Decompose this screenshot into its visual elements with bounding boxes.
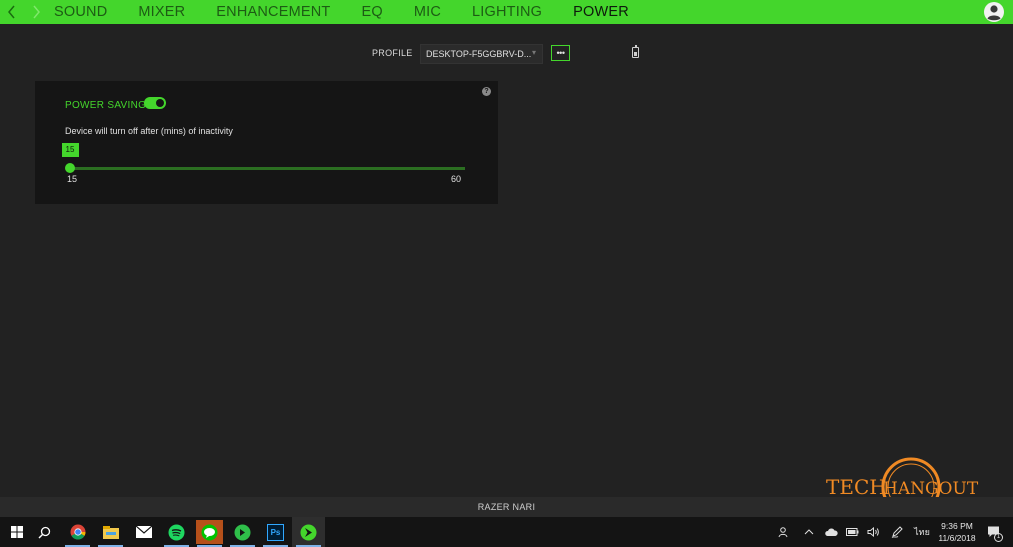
spotify-icon[interactable] [160, 517, 193, 547]
inactivity-slider[interactable]: 15 [61, 143, 465, 173]
notification-icon[interactable]: 1 [984, 517, 1004, 547]
language-indicator[interactable]: ไทย [911, 517, 933, 547]
synapse-window: SOUND MIXER ENHANCEMENT EQ MIC LIGHTING … [0, 0, 1013, 517]
photoshop-label: Ps [267, 523, 284, 541]
help-icon[interactable]: ? [482, 87, 491, 96]
main-tabs: SOUND MIXER ENHANCEMENT EQ MIC LIGHTING … [54, 0, 660, 24]
slider-thumb[interactable] [65, 163, 75, 173]
slider-min-label: 15 [67, 174, 78, 184]
file-explorer-icon[interactable] [94, 517, 127, 547]
slider-value-tooltip: 15 [61, 143, 79, 157]
notification-count-badge: 1 [994, 533, 1003, 542]
profile-label: PROFILE [372, 48, 413, 58]
power-saving-card: ? POWER SAVING Device will turn off afte… [35, 81, 498, 204]
chevron-up-icon[interactable] [801, 517, 817, 547]
tab-sound[interactable]: SOUND [54, 0, 107, 24]
back-arrow-icon[interactable] [0, 0, 24, 24]
tab-power[interactable]: POWER [573, 0, 629, 24]
power-saving-description: Device will turn off after (mins) of ina… [65, 126, 233, 136]
profile-more-button[interactable]: ••• [551, 45, 570, 61]
tab-enhancement[interactable]: ENHANCEMENT [216, 0, 330, 24]
watermark-text-hangout: HANGOUT [883, 479, 979, 499]
clock-date: 11/6/2018 [938, 533, 976, 543]
search-icon[interactable] [28, 517, 61, 547]
power-saving-title: POWER SAVING [65, 100, 147, 111]
watermark-text-tech: TECH [826, 475, 887, 499]
chevron-down-icon: ▾ [531, 48, 536, 57]
mail-icon[interactable] [127, 517, 160, 547]
battery-tray-icon[interactable] [843, 517, 861, 547]
volume-icon[interactable] [864, 517, 882, 547]
razer-synapse-icon[interactable] [292, 517, 325, 547]
taskbar-clock[interactable]: 9:36 PM 11/6/2018 [934, 520, 980, 544]
device-name: RAZER NARI [477, 502, 536, 512]
top-nav-bar: SOUND MIXER ENHANCEMENT EQ MIC LIGHTING … [0, 0, 1013, 24]
photoshop-icon[interactable]: Ps [259, 517, 292, 547]
tab-mixer[interactable]: MIXER [138, 0, 185, 24]
account-avatar-icon[interactable] [982, 0, 1006, 24]
tab-lighting[interactable]: LIGHTING [472, 0, 542, 24]
tab-eq[interactable]: EQ [361, 0, 382, 24]
forward-arrow-icon[interactable] [24, 0, 48, 24]
line-icon[interactable] [193, 517, 226, 547]
power-saving-toggle[interactable] [144, 97, 166, 109]
slider-max-label: 60 [451, 174, 462, 184]
device-footer: RAZER NARI [0, 497, 1013, 517]
battery-icon [632, 45, 639, 58]
clock-time: 9:36 PM [941, 521, 973, 531]
people-icon[interactable] [775, 517, 793, 547]
tab-mic[interactable]: MIC [414, 0, 441, 24]
profile-row: PROFILE DESKTOP-F5GGBRV-D... ▾ ••• [0, 44, 1013, 64]
profile-dropdown[interactable]: DESKTOP-F5GGBRV-D... ▾ [420, 44, 543, 64]
profile-dropdown-value: DESKTOP-F5GGBRV-D... [426, 49, 532, 59]
chrome-icon[interactable] [61, 517, 94, 547]
app-icon[interactable] [226, 517, 259, 547]
pen-icon[interactable] [888, 517, 906, 547]
windows-taskbar: Ps ไทย 9:36 PM 11/6/2018 1 [0, 517, 1013, 547]
onedrive-icon[interactable] [822, 517, 840, 547]
